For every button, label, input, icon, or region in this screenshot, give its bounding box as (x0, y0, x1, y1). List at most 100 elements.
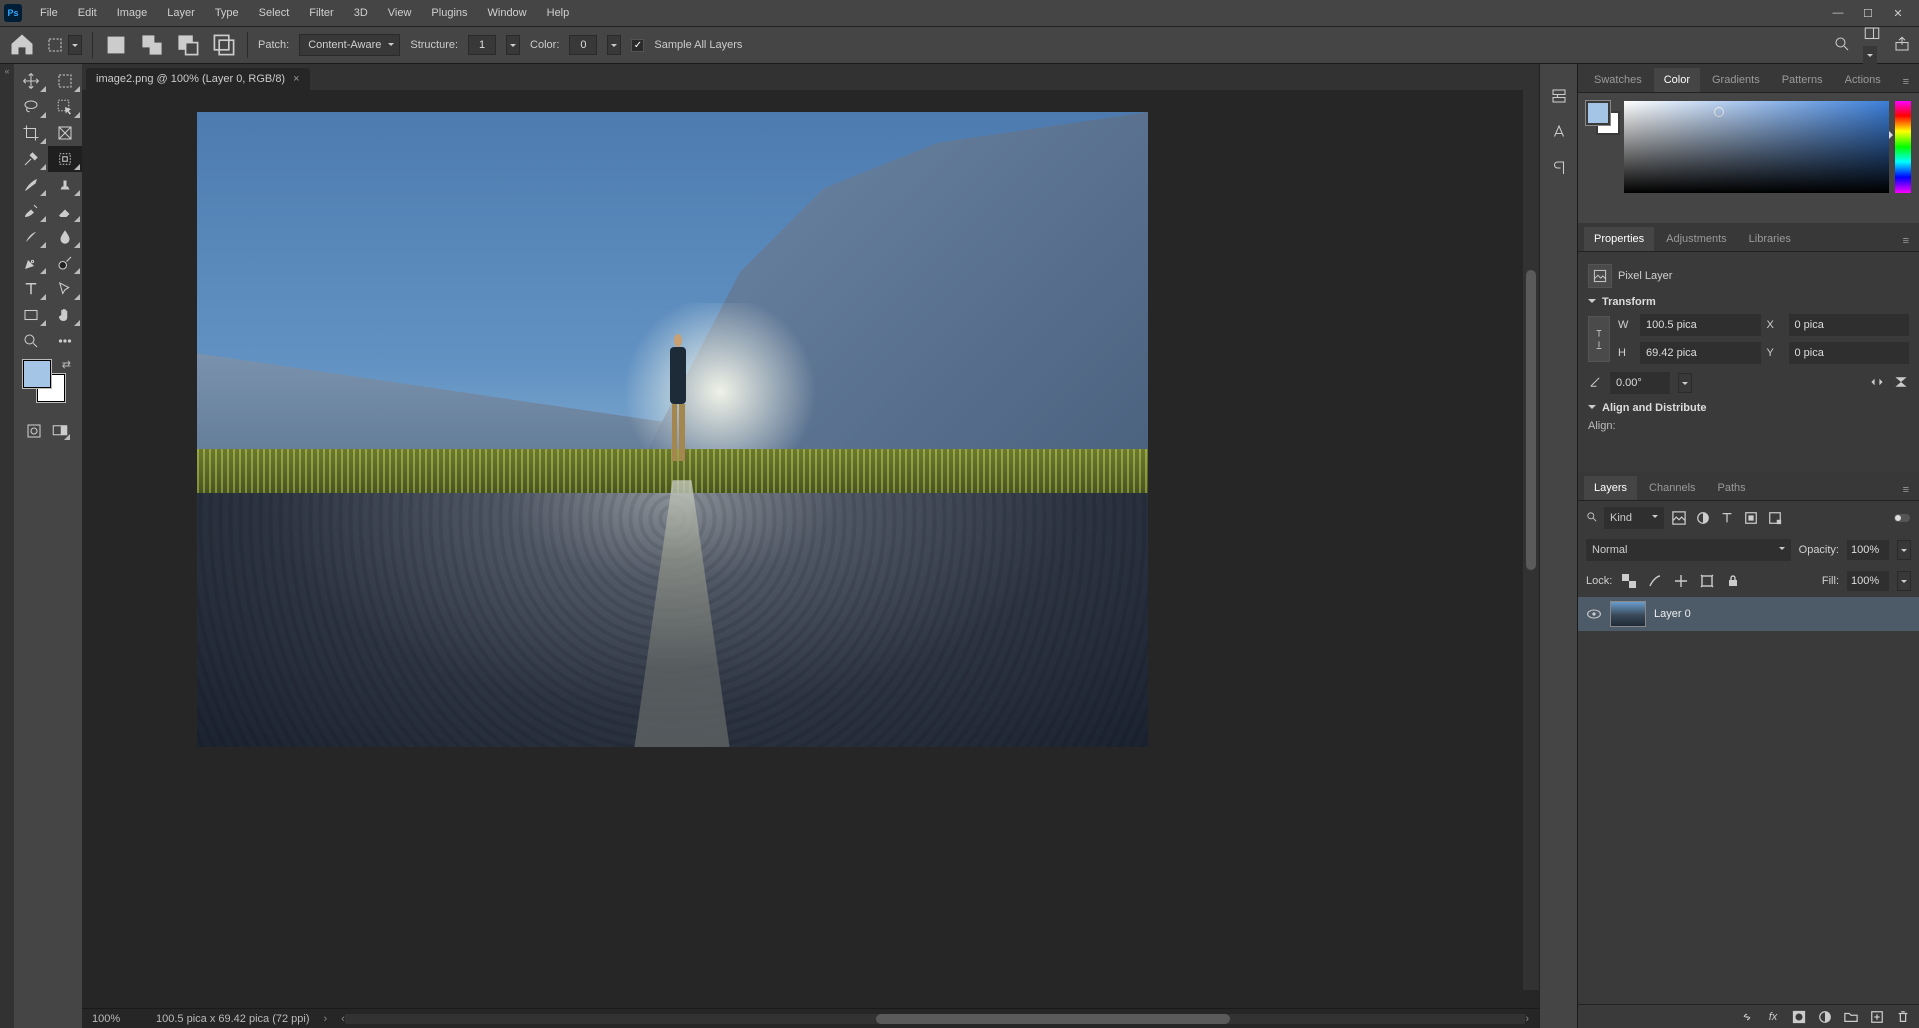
properties-panel-menu-icon[interactable]: ≡ (1899, 231, 1913, 251)
layer-name[interactable]: Layer 0 (1654, 608, 1691, 620)
color-input[interactable] (569, 35, 597, 55)
layer-style-icon[interactable]: fx (1765, 1009, 1781, 1025)
zoom-tool[interactable] (14, 328, 48, 354)
transform-section[interactable]: Transform (1588, 296, 1909, 308)
fill-stepper[interactable] (1897, 571, 1911, 591)
tab-paths[interactable]: Paths (1708, 476, 1756, 500)
tool-preset-picker[interactable] (46, 35, 82, 55)
angle-field[interactable]: 0.00° (1610, 372, 1670, 394)
filter-shape-icon[interactable] (1742, 509, 1760, 527)
adjustment-layer-icon[interactable] (1817, 1009, 1833, 1025)
tab-swatches[interactable]: Swatches (1584, 68, 1652, 92)
edit-toolbar-icon[interactable] (48, 328, 82, 354)
width-field[interactable]: 100.5 pica (1640, 314, 1761, 336)
flip-vertical-icon[interactable] (1893, 374, 1909, 393)
x-field[interactable]: 0 pica (1789, 314, 1910, 336)
add-to-selection-icon[interactable] (139, 34, 165, 56)
hue-slider[interactable] (1895, 101, 1911, 193)
horizontal-scrollbar[interactable]: ‹› (341, 1013, 1529, 1025)
filter-pixel-icon[interactable] (1670, 509, 1688, 527)
clone-stamp-tool[interactable] (48, 172, 82, 198)
rect-marquee-tool[interactable] (48, 68, 82, 94)
lock-transparent-icon[interactable] (1620, 572, 1638, 590)
menu-window[interactable]: Window (478, 3, 537, 23)
pen-tool[interactable] (14, 250, 48, 276)
type-tool[interactable] (14, 276, 48, 302)
object-selection-tool[interactable] (48, 94, 82, 120)
visibility-icon[interactable] (1586, 606, 1602, 622)
eraser-tool[interactable] (48, 198, 82, 224)
toolbar-collapse-icon[interactable]: « (4, 66, 9, 76)
gradient-tool[interactable] (14, 224, 48, 250)
menu-3d[interactable]: 3D (344, 3, 378, 23)
character-panel-icon[interactable] (1545, 118, 1573, 146)
paragraph-panel-icon[interactable] (1545, 154, 1573, 182)
patch-mode-dropdown[interactable]: Content-Aware (299, 34, 400, 56)
move-tool[interactable] (14, 68, 48, 94)
menu-filter[interactable]: Filter (299, 3, 343, 23)
structure-input[interactable] (468, 35, 496, 55)
group-icon[interactable] (1843, 1009, 1859, 1025)
screen-mode-icon[interactable] (48, 420, 72, 442)
angle-dropdown[interactable] (1678, 373, 1692, 393)
link-dimensions-icon[interactable] (1588, 316, 1610, 362)
dodge-tool[interactable] (48, 250, 82, 276)
brush-tool[interactable] (14, 172, 48, 198)
menu-edit[interactable]: Edit (68, 3, 107, 23)
y-field[interactable]: 0 pica (1789, 342, 1910, 364)
flip-horizontal-icon[interactable] (1869, 374, 1885, 393)
workspace-switcher-icon[interactable] (1863, 25, 1881, 66)
subtract-from-selection-icon[interactable] (175, 34, 201, 56)
tab-color[interactable]: Color (1654, 68, 1700, 92)
frame-tool[interactable] (48, 120, 82, 146)
filter-adjustment-icon[interactable] (1694, 509, 1712, 527)
layer-filter-kind-dropdown[interactable]: Kind (1604, 507, 1664, 529)
lock-position-icon[interactable] (1672, 572, 1690, 590)
lock-pixels-icon[interactable] (1646, 572, 1664, 590)
link-layers-icon[interactable] (1739, 1009, 1755, 1025)
blend-mode-dropdown[interactable]: Normal (1586, 539, 1791, 561)
filter-smart-icon[interactable] (1766, 509, 1784, 527)
crop-tool[interactable] (14, 120, 48, 146)
lasso-tool[interactable] (14, 94, 48, 120)
color-stepper[interactable] (607, 35, 621, 55)
status-menu-icon[interactable]: › (324, 1013, 328, 1025)
sample-all-checkbox[interactable] (631, 39, 644, 52)
blur-tool[interactable] (48, 224, 82, 250)
color-swatches[interactable]: ⇄ (23, 360, 73, 410)
close-tab-icon[interactable]: × (293, 73, 299, 85)
tab-gradients[interactable]: Gradients (1702, 68, 1770, 92)
window-close[interactable]: ✕ (1887, 5, 1909, 21)
color-cursor[interactable] (1714, 107, 1724, 117)
swap-colors-icon[interactable]: ⇄ (62, 358, 71, 371)
foreground-color-swatch[interactable] (23, 360, 51, 388)
document-tab[interactable]: image2.png @ 100% (Layer 0, RGB/8) × (86, 68, 310, 90)
canvas-viewport[interactable] (82, 90, 1539, 1008)
search-icon[interactable] (1833, 35, 1851, 56)
new-layer-icon[interactable] (1869, 1009, 1885, 1025)
menu-select[interactable]: Select (249, 3, 300, 23)
color-panel-fg-swatch[interactable] (1586, 101, 1610, 125)
color-panel-menu-icon[interactable]: ≡ (1899, 72, 1913, 92)
canvas[interactable] (197, 112, 1148, 747)
fill-field[interactable]: 100% (1847, 571, 1889, 591)
lock-all-icon[interactable] (1724, 572, 1742, 590)
delete-layer-icon[interactable] (1895, 1009, 1911, 1025)
hand-tool[interactable] (48, 302, 82, 328)
opacity-field[interactable]: 100% (1847, 540, 1889, 560)
opacity-stepper[interactable] (1897, 540, 1911, 560)
layer-thumbnail[interactable] (1610, 601, 1646, 627)
lock-artboard-icon[interactable] (1698, 572, 1716, 590)
share-icon[interactable] (1893, 35, 1911, 56)
menu-image[interactable]: Image (107, 3, 158, 23)
home-button[interactable] (8, 31, 36, 59)
menu-layer[interactable]: Layer (157, 3, 205, 23)
align-section[interactable]: Align and Distribute (1588, 402, 1909, 414)
structure-stepper[interactable] (506, 35, 520, 55)
tab-actions[interactable]: Actions (1835, 68, 1891, 92)
new-selection-icon[interactable] (103, 34, 129, 56)
path-selection-tool[interactable] (48, 276, 82, 302)
tab-properties[interactable]: Properties (1584, 227, 1654, 251)
tab-channels[interactable]: Channels (1639, 476, 1705, 500)
patch-tool[interactable] (48, 146, 82, 172)
